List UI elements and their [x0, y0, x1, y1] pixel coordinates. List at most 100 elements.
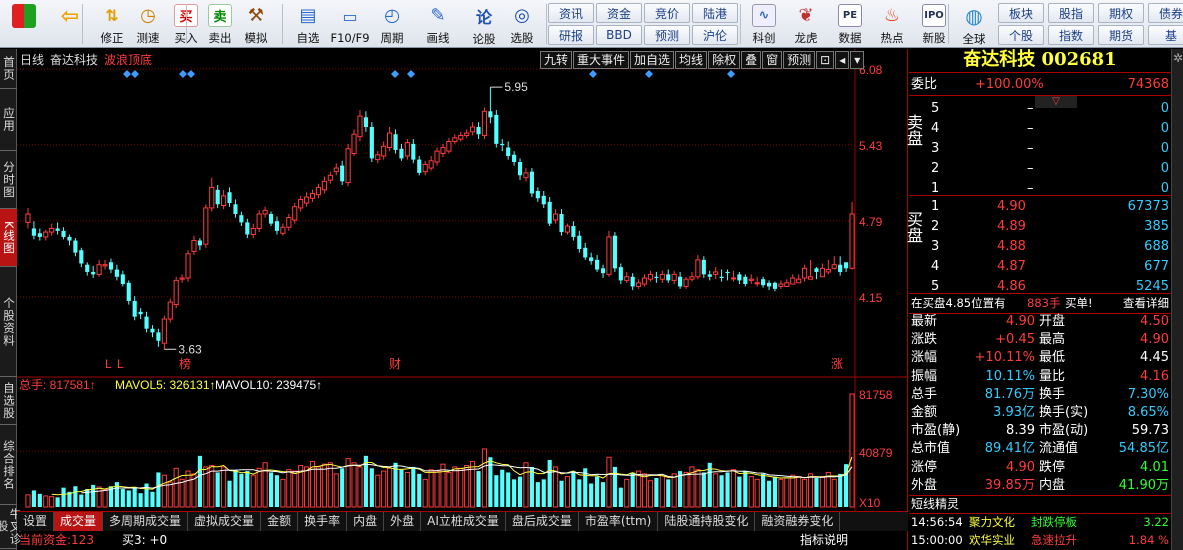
toolbar-zixuan-button[interactable]: ▤ 自选: [288, 2, 328, 46]
wave-top-marker: [187, 70, 195, 78]
indicator-help-link[interactable]: 指标说明: [800, 531, 848, 549]
toolbar-global-button[interactable]: ◍ 全球: [954, 2, 994, 46]
candle: [440, 143, 446, 158]
volume-bar: [571, 471, 576, 507]
toolbar-quick-button[interactable]: 个股: [998, 25, 1044, 45]
toolbar-longhu-button[interactable]: ❦ 龙虎: [786, 2, 826, 46]
toolbar-sim-button[interactable]: ⚒ 模拟: [236, 2, 276, 46]
buy-level-num: 4: [931, 259, 940, 274]
candle: [838, 256, 843, 276]
event-marker-cai[interactable]: 财: [389, 357, 401, 371]
candle: [796, 274, 802, 284]
toolbar-quick-button[interactable]: 资讯: [548, 3, 594, 23]
volume-bar: [784, 477, 790, 508]
chart-period[interactable]: 日线: [20, 51, 44, 68]
event-marker-L2[interactable]: L: [117, 357, 124, 371]
indicator-tab-3[interactable]: 虚拟成交量: [188, 512, 262, 531]
quote-scrollbar[interactable]: ✲: [1171, 49, 1183, 550]
toolbar-modify-button[interactable]: ⇅ 修正: [92, 2, 132, 46]
toolbar-sell-button[interactable]: 卖卖出: [200, 2, 240, 46]
chart-button-6[interactable]: 窗: [762, 51, 783, 69]
toolbar-quick-button[interactable]: BBD: [596, 25, 642, 45]
side-tab-6[interactable]: 综合排名: [0, 425, 17, 505]
indicator-tab-12[interactable]: 融资融券变化: [755, 512, 841, 531]
short-line-item[interactable]: 14:56:54 聚力文化 封跌停板 3.22: [909, 513, 1171, 531]
volume-bar: [274, 475, 280, 507]
sell-level-volume: 0: [1160, 121, 1169, 136]
volume-bar: [138, 493, 143, 507]
short-line-title[interactable]: 短线精灵: [911, 495, 959, 513]
toolbar-lunguo-button[interactable]: 论论股: [464, 2, 504, 46]
toolbar-draw-button[interactable]: ✎ 画线: [418, 2, 458, 46]
volume-bar: [268, 472, 274, 507]
event-marker-bang[interactable]: 榜: [179, 356, 191, 371]
chart-left-icon[interactable]: ◂: [835, 51, 850, 69]
toolbar-quick-button[interactable]: 期货: [1098, 25, 1144, 45]
toolbar-quick-button[interactable]: 陆港: [692, 3, 738, 23]
pin-icon[interactable]: ⊡: [816, 51, 835, 69]
toolbar-kecang-button[interactable]: ∿ 科创: [744, 2, 784, 46]
indicator-tab-11[interactable]: 陆股通持股变化: [658, 512, 756, 531]
toolbar-quick-button[interactable]: 预测: [644, 25, 690, 45]
side-tab-3[interactable]: K线图: [0, 209, 17, 267]
candle: [618, 263, 623, 285]
toolbar-quick-button[interactable]: 资金: [596, 3, 642, 23]
side-tab-5[interactable]: 自选股: [0, 377, 17, 425]
toolbar-hot-button[interactable]: ♨ 热点: [872, 2, 912, 46]
stat-row: 金额 3.93亿 换手(实) 8.65%: [909, 404, 1171, 422]
kline-chart[interactable]: 6.085.434.794.155.953.63L L 榜财涨总手: 817581↑…: [17, 49, 907, 511]
side-tab-0[interactable]: 首页: [0, 49, 17, 89]
volume-bar: [387, 467, 393, 508]
toolbar-quick-button[interactable]: 板块: [998, 3, 1044, 23]
toolbar-back-button[interactable]: ⇦: [50, 2, 90, 46]
toolbar-home-button[interactable]: [4, 2, 44, 46]
toolbar-xuangu-button[interactable]: ◎ 选股: [502, 2, 542, 46]
toolbar-quick-button[interactable]: 基: [1148, 25, 1183, 45]
toolbar-quick-button[interactable]: 竞价: [644, 3, 690, 23]
indicator-tab-1[interactable]: 成交量: [54, 512, 104, 531]
bid-info-detail-link[interactable]: 查看详细: [1123, 293, 1169, 313]
chart-button-0[interactable]: 九转: [540, 51, 573, 69]
volume-bar: [167, 481, 173, 508]
chart-button-2[interactable]: 加自选: [630, 51, 675, 69]
volume-bar: [825, 471, 831, 508]
chart-button-1[interactable]: 重大事件: [573, 51, 630, 69]
chart-indicator-name[interactable]: 波浪顶底: [104, 51, 152, 68]
toolbar-period-button[interactable]: ◴ 周期: [372, 2, 412, 46]
toolbar-quick-button[interactable]: 债券: [1148, 3, 1183, 23]
toolbar-quick-button[interactable]: 指数: [1048, 25, 1094, 45]
chart-button-7[interactable]: 预测: [783, 51, 816, 69]
toolbar-quick-button[interactable]: 期权: [1098, 3, 1144, 23]
indicator-tab-8[interactable]: AI立桩成交量: [421, 512, 506, 531]
indicator-tab-4[interactable]: 金额: [261, 512, 299, 531]
toolbar-quick-button[interactable]: 沪伦: [692, 25, 738, 45]
candle: [126, 280, 131, 305]
event-marker-zhang[interactable]: 涨: [831, 356, 843, 371]
chart-button-3[interactable]: 均线: [675, 51, 708, 69]
indicator-tab-2[interactable]: 多周期成交量: [103, 512, 189, 531]
short-line-item[interactable]: 15:00:00 欢华实业 急速拉升 1.84 %: [909, 531, 1171, 549]
side-tab-2[interactable]: 分时图: [0, 151, 17, 209]
indicator-tab-10[interactable]: 市盈率(ttm): [579, 512, 659, 531]
chart-button-4[interactable]: 除权: [708, 51, 741, 69]
chevron-down-icon[interactable]: ▾: [850, 51, 865, 69]
indicator-tab-5[interactable]: 换手率: [298, 512, 348, 531]
volume-bar: [31, 490, 36, 507]
chart-button-5[interactable]: 叠: [741, 51, 762, 69]
indicator-tab-9[interactable]: 盘后成交量: [506, 512, 579, 531]
toolbar-f10-button[interactable]: ▭ F10/F9: [330, 2, 370, 46]
toolbar-data-button[interactable]: PE 数据: [830, 2, 870, 46]
toolbar-quick-button[interactable]: 股指: [1048, 3, 1094, 23]
stat-label: 涨幅: [911, 350, 938, 366]
indicator-tab-6[interactable]: 内盘: [347, 512, 385, 531]
toolbar-quick-button[interactable]: 研报: [548, 25, 594, 45]
indicator-tab-7[interactable]: 外盘: [384, 512, 422, 531]
side-tab-7[interactable]: 牛叉诊股: [0, 505, 23, 549]
gear-icon[interactable]: ✲: [1172, 51, 1183, 65]
event-marker-L1[interactable]: L: [105, 357, 112, 371]
indicator-tab-0[interactable]: 设置: [17, 512, 55, 531]
stat-row: 涨跌 +0.45 最高 4.90: [909, 331, 1171, 349]
toolbar-test-button[interactable]: ◷ 测速: [128, 2, 168, 46]
side-tab-4[interactable]: 个股资料: [0, 267, 17, 377]
side-tab-1[interactable]: 应用: [0, 89, 17, 151]
